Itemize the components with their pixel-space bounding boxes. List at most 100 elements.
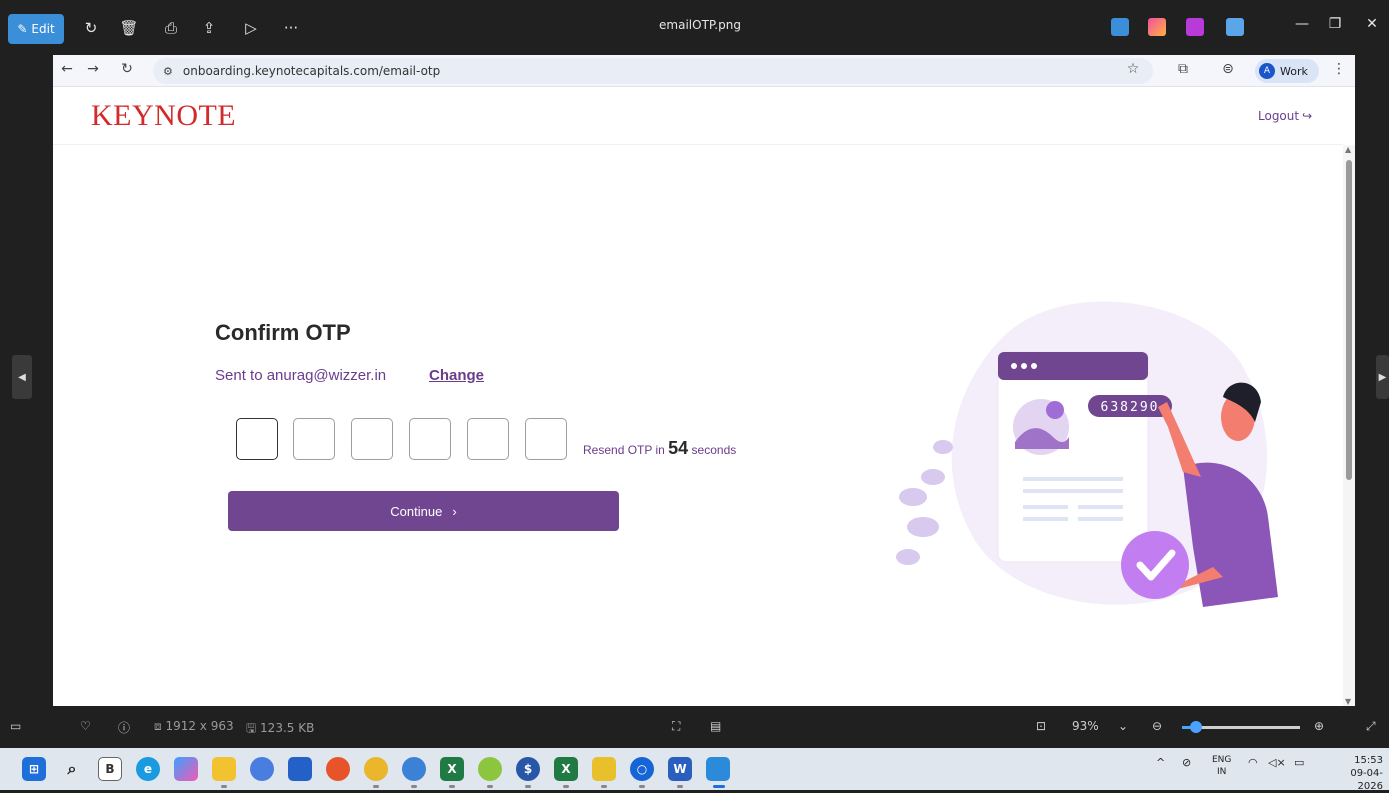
page-title: Confirm OTP [215, 320, 351, 345]
onedrive-icon[interactable] [1226, 18, 1244, 36]
otp-digit-5[interactable] [467, 418, 509, 460]
word-icon[interactable]: W [668, 757, 692, 781]
zoom-out-icon[interactable]: ⊖ [1152, 719, 1162, 733]
close-icon[interactable]: ✕ [1360, 16, 1384, 32]
battery-icon[interactable]: ▭ [1294, 756, 1304, 769]
search-icon[interactable]: ⌕ [60, 757, 84, 781]
sent-to-text: Sent to anurag@wizzer.in [215, 367, 387, 384]
zoom-level[interactable]: 93% [1072, 719, 1099, 733]
extensions-icon[interactable]: ⧉ [1173, 61, 1193, 77]
wifi-icon[interactable]: ◠ [1248, 756, 1258, 769]
otp-digit-3[interactable] [351, 418, 393, 460]
previous-image-button[interactable]: ◀ [12, 355, 32, 399]
otp-digit-1[interactable] [236, 418, 278, 460]
trading-app-2-icon[interactable]: $ [516, 757, 540, 781]
otp-digit-6[interactable] [525, 418, 567, 460]
excel-2-icon[interactable]: X [554, 757, 578, 781]
photos-app-icon[interactable] [1111, 18, 1129, 36]
text-extract-icon[interactable]: ▤ [710, 719, 721, 733]
address-bar[interactable]: ⚙ onboarding.keynotecapitals.com/email-o… [153, 58, 1153, 84]
edge-icon[interactable]: e [136, 757, 160, 781]
chrome-profile-icon[interactable] [402, 757, 426, 781]
more-icon[interactable]: ··· [280, 17, 302, 39]
trading-app-icon[interactable] [478, 757, 502, 781]
site-settings-icon[interactable]: ⚙ [163, 65, 173, 78]
chevron-right-icon: › [452, 503, 457, 519]
crop-icon[interactable]: ⛶ [672, 719, 680, 734]
delete-icon[interactable]: 🗑 [118, 17, 140, 39]
bing-icon[interactable]: B [98, 757, 122, 781]
profile-chip[interactable]: A Work [1255, 59, 1319, 83]
file-title: emailOTP.png [659, 18, 741, 32]
fullscreen-icon[interactable]: ⤢ [1366, 719, 1376, 734]
slideshow-icon[interactable]: ▷ [240, 17, 262, 39]
copilot-icon[interactable] [174, 757, 198, 781]
outlook-icon[interactable]: ○ [630, 757, 654, 781]
logout-icon: ↪ [1302, 109, 1313, 123]
change-email-link[interactable]: Change [429, 367, 484, 384]
trading-app-3-icon[interactable] [592, 757, 616, 781]
clipchamp-icon[interactable] [1148, 18, 1166, 36]
otp-illustration: 638290 [896, 301, 1278, 607]
image-dimensions: ⧈ 1912 x 963 [154, 719, 234, 733]
logout-button[interactable]: Logout ↪ [1258, 109, 1312, 123]
resend-suffix: seconds [691, 443, 737, 457]
incognito-icon[interactable]: ⊜ [1218, 61, 1238, 77]
zoom-dropdown-icon[interactable]: ⌄ [1118, 719, 1128, 733]
share-icon[interactable]: ⇪ [198, 17, 220, 39]
actual-size-icon[interactable]: ⊡ [1036, 719, 1046, 733]
page-scrollbar[interactable]: ▲ ▼ [1343, 145, 1355, 706]
rotate-icon[interactable]: ↻ [80, 17, 102, 39]
firefox-icon[interactable] [326, 757, 350, 781]
chrome-icon[interactable] [364, 757, 388, 781]
next-image-button[interactable]: ▶ [1376, 355, 1389, 399]
clock-date: 09-04-2026 [1350, 768, 1383, 792]
tray-expand-icon[interactable]: ^ [1156, 756, 1165, 769]
favorite-icon[interactable]: ♡ [80, 719, 91, 733]
resend-seconds: 54 [668, 438, 689, 458]
file-size-text: 123.5 KB [260, 721, 315, 735]
otp-digit-2[interactable] [293, 418, 335, 460]
filmstrip-icon[interactable]: ▭ [10, 719, 21, 733]
keynote-logo[interactable]: KEYNOTE [91, 99, 236, 133]
restore-icon[interactable]: ❐ [1323, 16, 1347, 32]
viewer-toolbar: ✎ Edit ↻ 🗑 ⎙ ⇪ ▷ ··· emailOTP.png — ❐ ✕ [0, 0, 1389, 55]
browser-menu-icon[interactable]: ⋮ [1329, 61, 1349, 77]
edit-icon: ✎ [17, 22, 28, 36]
print-icon[interactable]: ⎙ [160, 17, 182, 39]
edit-label: Edit [31, 22, 55, 36]
settings-app-icon[interactable] [250, 757, 274, 781]
viewer-status-bar: ▭ ♡ ⓘ ⧈ 1912 x 963 🖫 123.5 KB ⛶ ▤ ⊡ 93% … [0, 706, 1389, 748]
excel-icon[interactable]: X [440, 757, 464, 781]
forward-icon[interactable]: → [83, 61, 103, 77]
volume-icon[interactable]: ◁× [1268, 756, 1286, 769]
url-text: onboarding.keynotecapitals.com/email-otp [182, 64, 441, 78]
reload-icon[interactable]: ↻ [117, 61, 137, 77]
scrollbar-thumb[interactable] [1346, 160, 1352, 480]
scroll-down-icon[interactable]: ▼ [1345, 697, 1351, 706]
info-icon[interactable]: ⓘ [118, 719, 130, 736]
video-editor-icon[interactable] [1186, 18, 1204, 36]
scroll-up-icon[interactable]: ▲ [1345, 145, 1351, 154]
zoom-slider[interactable] [1182, 721, 1300, 733]
system-clock[interactable]: 15:53 09-04-2026 [1328, 754, 1383, 793]
zoom-in-icon[interactable]: ⊕ [1314, 719, 1324, 733]
browser-window: ← → ↻ ⚙ onboarding.keynotecapitals.com/e… [53, 55, 1355, 706]
edit-button[interactable]: ✎ Edit [8, 14, 64, 44]
bookmark-star-icon[interactable]: ☆ [1123, 61, 1143, 77]
minimize-icon[interactable]: — [1290, 16, 1314, 32]
avatar: A [1259, 63, 1275, 79]
zoom-knob[interactable] [1190, 721, 1203, 733]
file-explorer-icon[interactable] [212, 757, 236, 781]
continue-label: Continue [390, 503, 443, 519]
photos-taskbar-icon[interactable] [706, 757, 730, 781]
continue-button[interactable]: Continue › [228, 491, 619, 531]
language-indicator[interactable]: ENG IN [1212, 754, 1231, 778]
profile-label: Work [1280, 64, 1308, 78]
leaf-decoration [896, 440, 953, 565]
location-off-icon[interactable]: ⊘ [1182, 756, 1191, 769]
otp-digit-4[interactable] [409, 418, 451, 460]
store-icon[interactable] [288, 757, 312, 781]
start-icon[interactable]: ⊞ [22, 757, 46, 781]
back-icon[interactable]: ← [57, 61, 77, 77]
